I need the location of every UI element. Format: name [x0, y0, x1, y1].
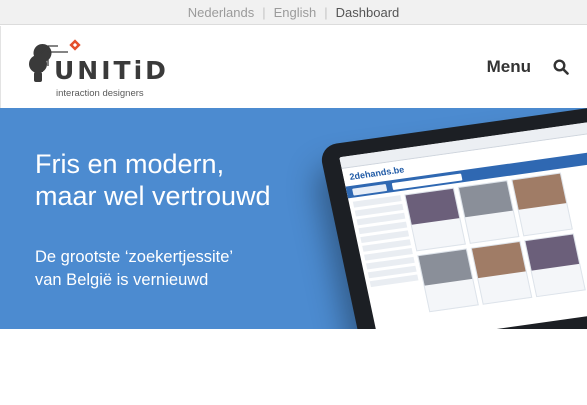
hero-subtitle-line2: van België is vernieuwd	[35, 271, 209, 289]
site-header: UNITiD interaction designers Menu	[0, 26, 587, 108]
language-bar: Nederlands | English | Dashboard	[0, 0, 587, 25]
hero-banner: Fris en modern, maar wel vertrouwd De gr…	[0, 108, 587, 329]
menu-button[interactable]: Menu	[487, 57, 531, 77]
page-content-area	[0, 329, 587, 405]
search-icon[interactable]	[553, 59, 569, 75]
hero-title-line2: maar wel vertrouwd	[35, 181, 271, 211]
tablet-listing-card	[470, 240, 533, 305]
site-logo[interactable]: UNITiD interaction designers	[28, 39, 166, 99]
hero-title-line1: Fris en modern,	[35, 149, 225, 179]
lang-english-link[interactable]: English	[274, 5, 317, 20]
hero-subtitle-line1: De grootste ‘zoekertjessite’	[35, 248, 234, 266]
tablet-listing-card	[511, 172, 573, 237]
dashboard-link[interactable]: Dashboard	[336, 5, 400, 20]
main-nav: Menu	[487, 57, 569, 77]
tablet-image: 2dehands.be	[318, 108, 587, 329]
tablet-listing-card	[417, 248, 479, 313]
hero-title: Fris en modern, maar wel vertrouwd	[35, 148, 335, 212]
separator: |	[262, 4, 266, 20]
brand-name: UNITiD	[54, 56, 169, 85]
tablet-listing-card	[404, 187, 466, 252]
tablet-screen: 2dehands.be	[339, 119, 587, 329]
tablet-listing-card	[524, 233, 586, 298]
brand-tagline: interaction designers	[56, 88, 144, 99]
tablet-listing-card	[457, 180, 520, 244]
hero-subtitle: De grootste ‘zoekertjessite’ van België …	[35, 246, 295, 292]
tablet-listings	[404, 165, 587, 313]
separator: |	[324, 4, 328, 20]
lang-nederlands-link[interactable]: Nederlands	[188, 5, 255, 20]
